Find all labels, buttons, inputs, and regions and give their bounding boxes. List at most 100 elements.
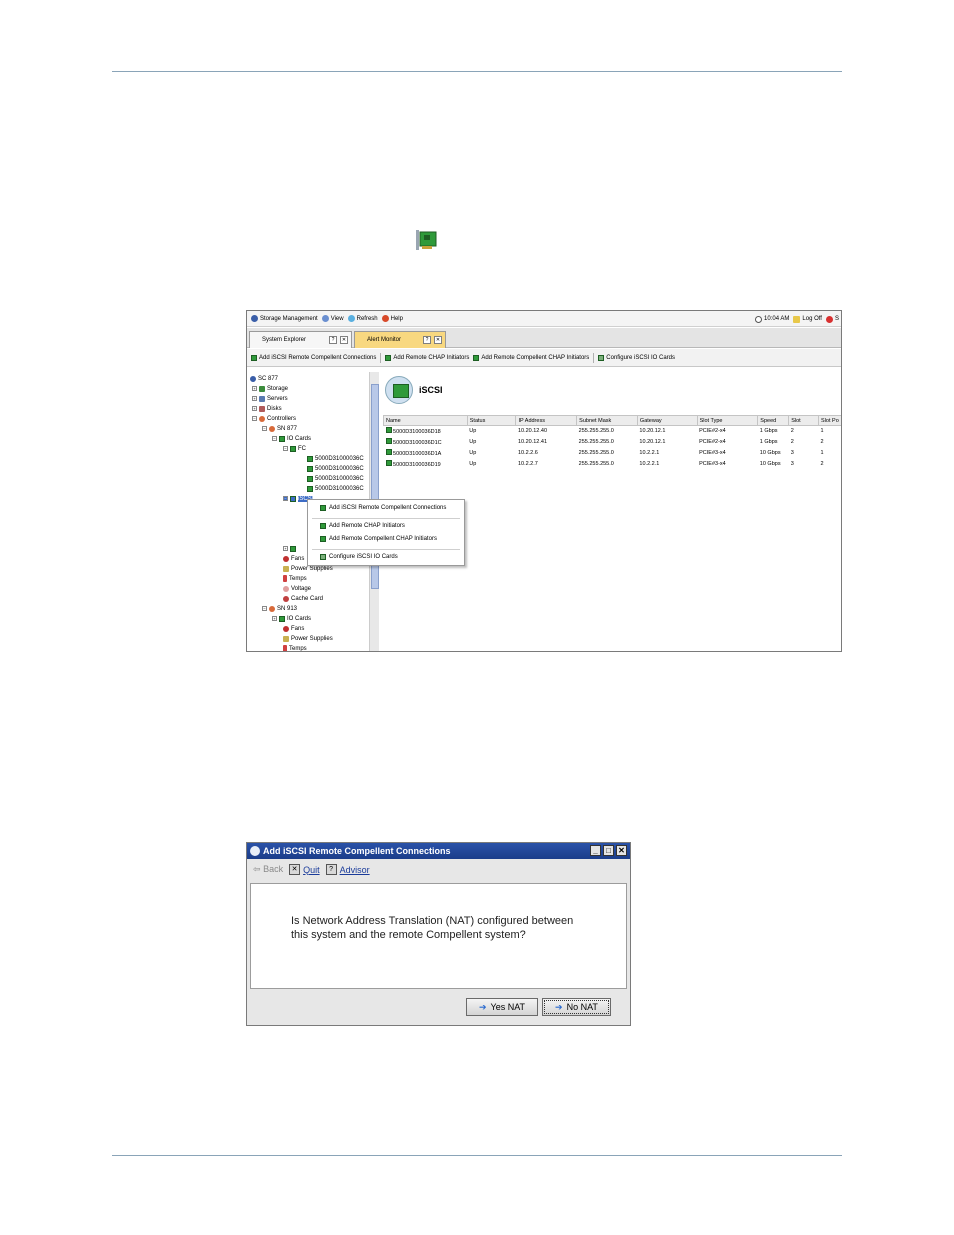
- col-gateway[interactable]: Gateway: [636, 415, 698, 426]
- tree-voltage-label: Voltage: [291, 585, 312, 592]
- col-status[interactable]: Status: [466, 415, 517, 426]
- close-button[interactable]: ✕: [616, 845, 627, 856]
- log-off-button[interactable]: Log Off: [793, 315, 822, 323]
- help-icon[interactable]: ?: [329, 336, 337, 344]
- tree-io-cards[interactable]: − IO Cards: [272, 434, 311, 443]
- yes-nat-button[interactable]: ➔ Yes NAT: [466, 998, 538, 1016]
- tree-sn913[interactable]: − SN 913: [262, 604, 297, 613]
- col-name[interactable]: Name: [383, 415, 468, 426]
- power-supply-icon: [283, 565, 289, 572]
- dialog-title-bar: Add iSCSI Remote Compellent Connections …: [247, 843, 630, 859]
- quit-button[interactable]: ✕ Quit: [289, 864, 320, 875]
- thermometer-icon: [283, 645, 287, 651]
- table-row[interactable]: 5000D3100036D1C Up 10.20.12.41 255.255.2…: [384, 437, 842, 448]
- view-menu[interactable]: View: [321, 315, 344, 322]
- close-icon[interactable]: ✕: [340, 336, 348, 344]
- io-card-icon: [290, 445, 296, 452]
- back-button[interactable]: ⇦ Back: [253, 864, 283, 875]
- io-card-icon: [279, 435, 285, 442]
- tree-disks[interactable]: + Disks: [252, 404, 282, 413]
- expand-icon[interactable]: +: [272, 616, 277, 621]
- collapse-icon[interactable]: −: [252, 416, 257, 421]
- tree-temps-2[interactable]: Temps: [283, 644, 307, 651]
- log-off-icon: [793, 315, 801, 323]
- tree-storage[interactable]: + Storage: [252, 384, 288, 393]
- table-row[interactable]: 5000D3100036D18 Up 10.20.12.40 255.255.2…: [384, 426, 842, 437]
- ctx-add-compellent-chap[interactable]: Add Remote Compellent CHAP Initiators: [320, 536, 437, 542]
- io-card-icon: [279, 615, 285, 622]
- cell-speed: 10 Gbps: [759, 461, 781, 467]
- controller-icon: [259, 415, 265, 422]
- tree-temps[interactable]: Temps: [283, 574, 307, 583]
- no-nat-button[interactable]: ➔ No NAT: [542, 998, 611, 1016]
- cell-subnet: 255.255.255.0: [578, 439, 614, 445]
- table-row[interactable]: 5000D3100036D19 Up 10.2.2.7 255.255.255.…: [384, 459, 842, 470]
- refresh-menu[interactable]: Refresh: [347, 315, 378, 322]
- col-speed[interactable]: Speed: [757, 415, 790, 426]
- storage-manager-screenshot: Storage Management View Refresh Help 10:…: [246, 310, 842, 652]
- col-slot[interactable]: Slot: [788, 415, 820, 426]
- configure-icon: [320, 554, 326, 560]
- cell-ip: 10.20.12.40: [517, 428, 548, 435]
- tree-fc-port[interactable]: 5000D31000036C: [307, 464, 364, 473]
- expand-icon[interactable]: +: [252, 396, 257, 401]
- tree-fc-port[interactable]: 5000D31000036C: [307, 474, 364, 483]
- cell-slot-port: 2: [820, 461, 824, 467]
- minimize-button[interactable]: _: [590, 845, 601, 856]
- tree-fc[interactable]: − FC: [283, 444, 306, 453]
- back-arrow-icon: ⇦: [253, 864, 261, 874]
- tree-controllers[interactable]: − Controllers: [252, 414, 296, 423]
- add-chap-initiators-button[interactable]: Add Remote CHAP Initiators: [385, 354, 469, 361]
- cell-status: Up: [469, 450, 477, 456]
- tree-cache-card[interactable]: Cache Card: [283, 594, 323, 603]
- storage-management-menu[interactable]: Storage Management: [251, 315, 318, 322]
- add-compellent-chap-button[interactable]: Add Remote Compellent CHAP Initiators: [473, 354, 589, 361]
- tree-sn877[interactable]: − SN 877: [262, 424, 297, 433]
- tree-power-supplies-2[interactable]: Power Supplies: [283, 634, 333, 643]
- tree-collapsed-card[interactable]: +: [283, 544, 296, 553]
- tree-servers[interactable]: + Servers: [252, 394, 288, 403]
- io-card-icon: [320, 536, 326, 542]
- maximize-button[interactable]: □: [603, 845, 614, 856]
- close-icon[interactable]: ✕: [434, 336, 442, 344]
- tree-fans[interactable]: Fans: [283, 554, 304, 563]
- advisor-button[interactable]: ? Advisor: [325, 864, 370, 875]
- io-card-icon: [290, 545, 296, 552]
- tree-root[interactable]: SC 877: [250, 374, 278, 383]
- ctx-add-iscsi-connections[interactable]: Add iSCSI Remote Compellent Connections: [320, 505, 446, 511]
- help-icon[interactable]: ?: [423, 336, 431, 344]
- port-icon: [385, 449, 392, 455]
- expand-icon[interactable]: +: [252, 406, 257, 411]
- iscsi-ports-table: Name Status IP Address Subnet Mask Gatew…: [383, 415, 842, 470]
- collapse-icon[interactable]: −: [262, 426, 267, 431]
- tree-voltage[interactable]: Voltage: [283, 584, 311, 593]
- tree-fc-port[interactable]: 5000D31000036C: [307, 484, 364, 493]
- ctx-add-compellent-chap-label: Add Remote Compellent CHAP Initiators: [329, 536, 437, 542]
- tree-io-cards-2[interactable]: + IO Cards: [272, 614, 311, 623]
- expand-icon[interactable]: +: [252, 386, 257, 391]
- table-row[interactable]: 5000D3100036D1A Up 10.2.2.6 255.255.255.…: [384, 448, 842, 459]
- tab-system-explorer[interactable]: System Explorer ? ✕: [249, 331, 352, 348]
- tree-fc-port-label: 5000D31000036C: [315, 475, 364, 482]
- col-subnet-mask[interactable]: Subnet Mask: [576, 415, 638, 426]
- expand-icon[interactable]: +: [283, 546, 288, 551]
- lifebuoy-icon: [381, 315, 389, 322]
- ctx-configure-label: Configure iSCSI IO Cards: [329, 554, 398, 560]
- cell-subnet: 255.255.255.0: [578, 461, 614, 467]
- help-menu[interactable]: Help: [381, 315, 403, 322]
- collapse-icon[interactable]: −: [283, 446, 288, 451]
- tab-alert-monitor[interactable]: Alert Monitor ? ✕: [354, 331, 446, 348]
- add-iscsi-connections-button[interactable]: Add iSCSI Remote Compellent Connections: [251, 354, 376, 361]
- collapse-icon[interactable]: −: [272, 436, 277, 441]
- col-ip-address[interactable]: IP Address: [515, 415, 578, 426]
- col-slot-port[interactable]: Slot Po: [818, 415, 841, 426]
- collapse-icon[interactable]: −: [262, 606, 267, 611]
- configure-iscsi-button[interactable]: Configure iSCSI IO Cards: [598, 354, 675, 361]
- tree-fc-port[interactable]: 5000D31000036C: [307, 454, 364, 463]
- collapse-icon[interactable]: −: [283, 496, 288, 501]
- tree-fans-2[interactable]: Fans: [283, 624, 304, 633]
- ctx-add-chap-initiators[interactable]: Add Remote CHAP Initiators: [320, 523, 405, 529]
- col-slot-type[interactable]: Slot Type: [696, 415, 759, 426]
- ctx-configure-iscsi[interactable]: Configure iSCSI IO Cards: [320, 554, 398, 560]
- iscsi-card-icon: [385, 376, 413, 404]
